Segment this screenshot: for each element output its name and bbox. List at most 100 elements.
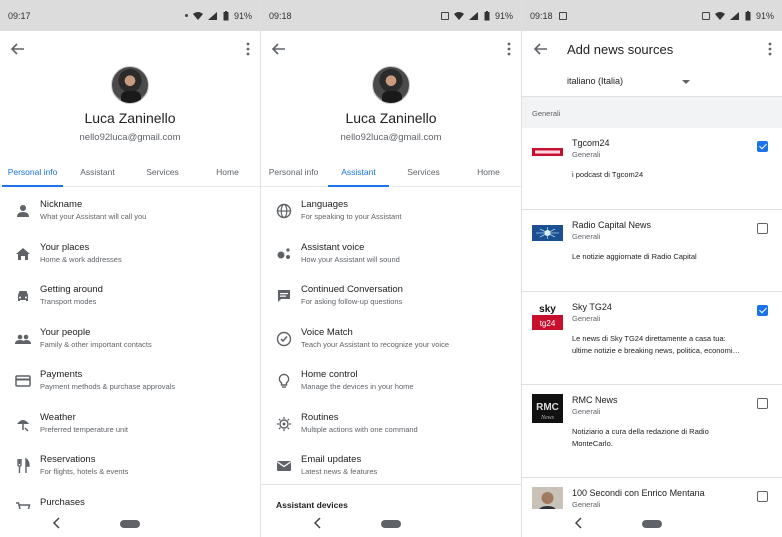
vibrate-icon xyxy=(701,11,710,20)
signal-icon xyxy=(207,11,217,20)
item-subtitle: Multiple actions with one command xyxy=(301,424,418,434)
tab-services[interactable]: Services xyxy=(391,160,456,186)
settings-list: Languages For speaking to your Assistant… xyxy=(261,195,521,493)
item-title: Your places xyxy=(40,241,90,253)
news-source-card[interactable]: Tgcom24 Generali i podcast di Tgcom24 xyxy=(522,128,782,210)
profile-email: nello92luca@gmail.com xyxy=(79,132,181,143)
list-item-voice-match[interactable]: Voice Match Teach your Assistant to reco… xyxy=(261,323,521,366)
profile-name: Luca Zaninello xyxy=(84,110,176,126)
item-subtitle: How your Assistant will sound xyxy=(301,254,400,264)
tab-personal-info[interactable]: Personal info xyxy=(261,160,326,186)
list-item-email-updates[interactable]: Email updates Latest news & features xyxy=(261,450,521,493)
app-bar xyxy=(0,31,260,67)
source-category: Generali xyxy=(572,232,601,241)
source-description: Le news di Sky TG24 direttamente a casa … xyxy=(572,334,740,355)
item-subtitle: For speaking to your Assistant xyxy=(301,212,402,221)
source-name: 100 Secondi con Enrico Mentana xyxy=(572,488,705,498)
group-header: Generali xyxy=(522,97,782,128)
nav-back-icon[interactable] xyxy=(574,517,584,529)
item-title: Home control xyxy=(301,369,358,380)
nav-back-icon[interactable] xyxy=(313,517,323,529)
list-item-getting-around[interactable]: Getting around Transport modes xyxy=(0,280,260,323)
battery-level: 91% xyxy=(755,10,774,21)
battery-icon xyxy=(484,10,490,20)
tgcom24-logo xyxy=(532,148,563,156)
back-arrow-icon[interactable] xyxy=(533,41,549,57)
source-checkbox[interactable] xyxy=(757,398,768,409)
tab-home[interactable]: Home xyxy=(195,160,260,186)
source-checkbox[interactable] xyxy=(757,141,768,152)
back-arrow-icon[interactable] xyxy=(10,41,26,57)
item-subtitle: Teach your Assistant to recognize your v… xyxy=(301,339,449,349)
news-source-card[interactable]: sky tg24 Sky TG24 Generali Le news di Sky… xyxy=(522,292,782,385)
nav-bar xyxy=(522,509,782,537)
battery-icon xyxy=(745,10,751,20)
tab-personal-info[interactable]: Personal info xyxy=(0,160,65,187)
item-subtitle: Family & other important contacts xyxy=(40,339,152,349)
more-vert-icon[interactable] xyxy=(507,42,511,56)
section-divider xyxy=(261,484,521,485)
more-vert-icon[interactable] xyxy=(768,42,772,56)
item-title: Nickname xyxy=(40,199,83,210)
nav-home-pill[interactable] xyxy=(642,520,662,528)
source-checkbox[interactable] xyxy=(757,491,768,502)
wifi-icon xyxy=(192,11,203,20)
list-item-continued-conversation[interactable]: Continued Conversation For asking follow… xyxy=(261,280,521,323)
item-title: Reservations xyxy=(40,454,96,465)
source-category: Generali xyxy=(572,314,601,323)
vibrate-icon xyxy=(440,11,449,20)
item-subtitle: For asking follow-up questions xyxy=(301,297,403,306)
nav-home-pill[interactable] xyxy=(381,520,401,528)
source-category: Generali xyxy=(572,407,601,416)
source-checkbox[interactable] xyxy=(757,223,768,234)
weather-icon xyxy=(17,419,29,432)
battery-level: 91% xyxy=(233,10,252,21)
battery-icon xyxy=(223,10,229,20)
globe-icon xyxy=(276,203,292,219)
tab-assistant[interactable]: Assistant xyxy=(65,160,130,186)
news-source-card[interactable]: Radio Capital News Generali Le notizie a… xyxy=(522,210,782,292)
item-title: Purchases xyxy=(40,496,85,508)
list-item-your-people[interactable]: Your people Family & other important con… xyxy=(0,323,260,366)
item-title: Languages xyxy=(301,199,349,210)
nav-home-pill[interactable] xyxy=(120,520,140,528)
list-item-nickname[interactable]: Nickname What your Assistant will call y… xyxy=(0,195,260,238)
source-category: Generali xyxy=(572,150,601,159)
nav-back-icon[interactable] xyxy=(52,517,62,529)
signal-icon xyxy=(729,11,739,20)
wifi-icon xyxy=(714,11,725,20)
source-name: Tgcom24 xyxy=(572,138,610,148)
list-item-your-places[interactable]: Your places Home & work addresses xyxy=(0,238,260,281)
signal-icon xyxy=(468,11,478,20)
list-item-reservations[interactable]: Reservations For flights, hotels & event… xyxy=(0,450,260,493)
item-title: Payments xyxy=(40,369,83,380)
restaurant-icon xyxy=(17,458,30,473)
back-arrow-icon[interactable] xyxy=(271,41,287,57)
list-item-assistant-voice[interactable]: Assistant voice How your Assistant will … xyxy=(261,238,521,281)
list-item-routines[interactable]: Routines Multiple actions with one comma… xyxy=(261,408,521,451)
item-title: Assistant voice xyxy=(301,241,365,253)
home-icon xyxy=(16,247,30,260)
list-item-weather[interactable]: Weather Preferred temperature unit xyxy=(0,408,260,451)
list-item-languages[interactable]: Languages For speaking to your Assistant xyxy=(261,195,521,238)
avatar[interactable] xyxy=(372,66,410,104)
source-checkbox[interactable] xyxy=(757,305,768,316)
item-subtitle: Payment methods & purchase approvals xyxy=(40,382,176,391)
assistant-icon xyxy=(277,247,290,259)
list-item-payments[interactable]: Payments Payment methods & purchase appr… xyxy=(0,365,260,408)
people-icon xyxy=(15,334,31,344)
tab-assistant[interactable]: Assistant xyxy=(326,160,391,187)
avatar[interactable] xyxy=(111,66,149,104)
source-category: Generali xyxy=(572,500,601,509)
item-title: Weather xyxy=(40,411,76,423)
tab-services[interactable]: Services xyxy=(130,160,195,186)
list-item-home-control[interactable]: Home control Manage the devices in your … xyxy=(261,365,521,408)
tab-home[interactable]: Home xyxy=(456,160,521,186)
source-description: Notiziario a cura della redazione di Rad… xyxy=(572,427,709,448)
nav-bar xyxy=(261,509,521,537)
email-icon xyxy=(277,461,291,471)
news-source-card[interactable]: RMC News RMC News Generali Notiziario a c… xyxy=(522,385,782,478)
more-vert-icon[interactable] xyxy=(246,42,250,56)
language-dropdown[interactable]: italiano (Italia) xyxy=(522,67,782,97)
dot-icon xyxy=(184,14,188,17)
